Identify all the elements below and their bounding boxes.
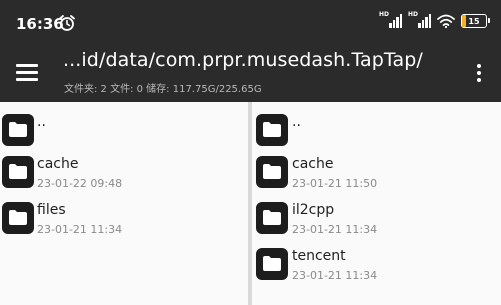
battery-icon: 15 <box>461 14 490 28</box>
folder-icon <box>2 114 34 146</box>
file-item-tencent[interactable]: tencent 23-01-21 11:34 <box>252 244 501 290</box>
battery-level-fill <box>462 15 466 27</box>
folder-icon <box>256 248 288 280</box>
signal-hd-label: HD <box>379 11 390 18</box>
cellular-signal-icon: HD <box>379 11 402 28</box>
file-item-il2cpp[interactable]: il2cpp 23-01-21 11:34 <box>252 198 501 244</box>
right-file-pane: .. cache 23-01-21 11:50 il2cpp 23-01-21 … <box>252 102 501 305</box>
alarm-clock-icon <box>59 15 75 31</box>
file-date: 23-01-21 11:34 <box>292 223 378 236</box>
menu-icon[interactable] <box>16 64 38 81</box>
file-name: .. <box>37 114 46 130</box>
file-item-files[interactable]: files 23-01-21 11:34 <box>0 198 248 244</box>
file-name: tencent <box>292 248 346 264</box>
folder-icon <box>256 156 288 188</box>
status-time: 16:36 <box>16 15 64 33</box>
folder-icon <box>256 202 288 234</box>
file-date: 23-01-21 11:50 <box>292 177 378 190</box>
cellular-signal-2-icon: HD <box>408 11 431 28</box>
file-date: 23-01-21 11:34 <box>37 223 123 236</box>
battery-percent: 15 <box>468 16 480 26</box>
file-name: il2cpp <box>292 202 335 218</box>
current-path-title: ...id/data/com.prpr.musedash.TapTap/ <box>63 49 423 71</box>
file-item-parent[interactable]: .. <box>252 106 501 152</box>
file-name: cache <box>37 156 79 172</box>
folder-icon <box>2 156 34 188</box>
file-name: .. <box>292 114 301 130</box>
wifi-icon <box>437 14 455 28</box>
folder-icon <box>2 202 34 234</box>
status-indicators: HD HD 15 <box>379 11 490 28</box>
file-name: cache <box>292 156 334 172</box>
status-bar: 16:36 HD HD 15 <box>0 0 501 46</box>
folder-icon <box>256 114 288 146</box>
file-date: 23-01-21 11:34 <box>292 269 378 282</box>
left-file-pane: .. cache 23-01-22 09:48 files 23-01-21 1… <box>0 102 248 305</box>
file-date: 23-01-22 09:48 <box>37 177 123 190</box>
folder-storage-info: 文件夹: 2 文件: 0 储存: 117.75G/225.65G <box>64 84 262 95</box>
file-item-parent[interactable]: .. <box>0 106 248 152</box>
toolbar: ...id/data/com.prpr.musedash.TapTap/ 文件夹… <box>0 46 501 102</box>
more-options-icon[interactable] <box>477 64 481 84</box>
signal-2-hd-label: HD <box>408 11 419 18</box>
file-name: files <box>37 202 66 218</box>
file-item-cache[interactable]: cache 23-01-22 09:48 <box>0 152 248 198</box>
file-item-cache[interactable]: cache 23-01-21 11:50 <box>252 152 501 198</box>
